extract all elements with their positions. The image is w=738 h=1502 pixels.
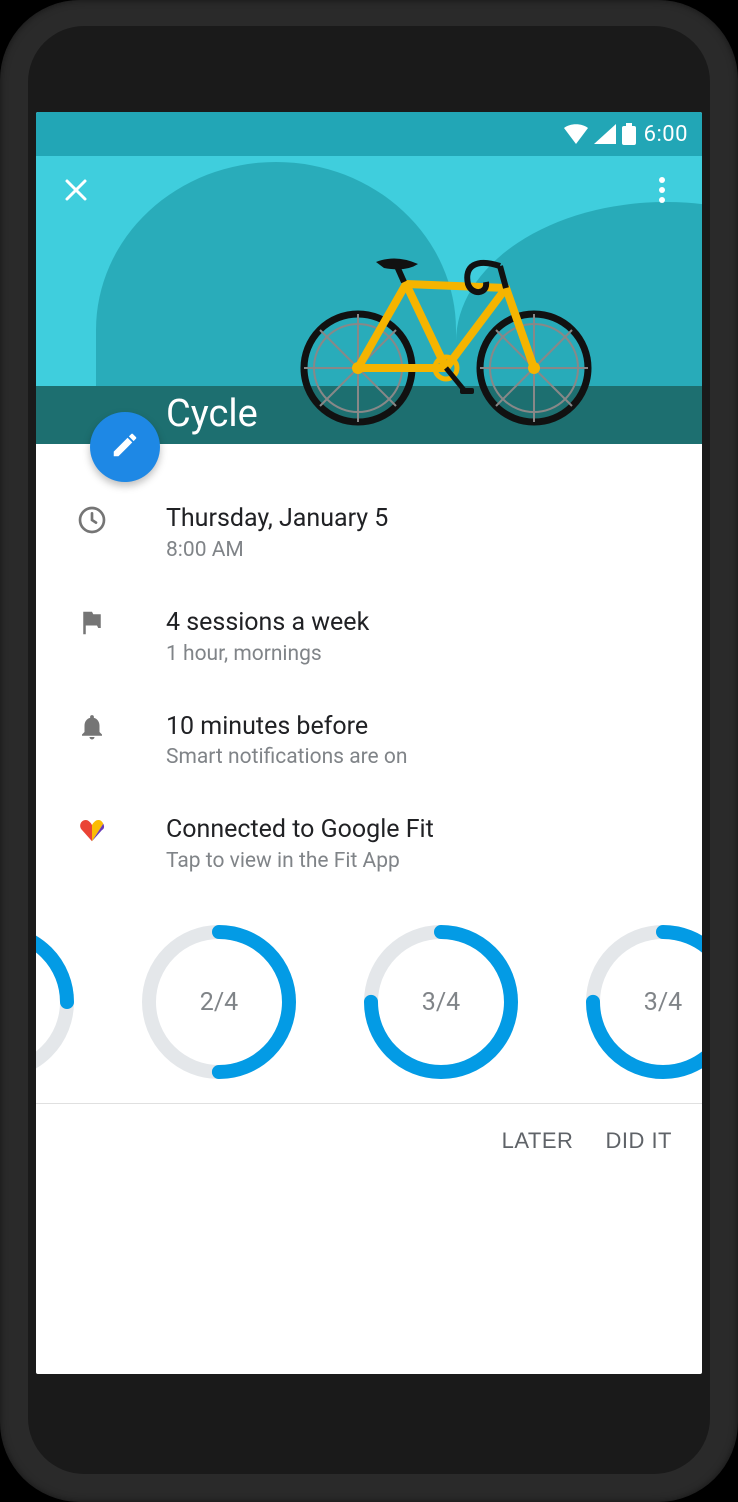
fit-secondary: Tap to view in the Fit App: [166, 849, 674, 873]
battery-icon: [622, 123, 636, 145]
progress-ring-label: 2/4: [138, 921, 300, 1083]
close-icon: [63, 177, 89, 207]
progress-ring[interactable]: 3/4: [582, 921, 702, 1083]
action-bar: LATER DID IT: [36, 1103, 702, 1178]
status-icons: [564, 123, 636, 145]
pencil-icon: [110, 430, 140, 464]
status-time: 6:00: [644, 122, 688, 147]
notify-primary: 10 minutes before: [166, 710, 674, 744]
progress-ring-strip[interactable]: 1/4 2/4 3/4 3/4: [36, 895, 702, 1103]
bicycle-icon: [296, 238, 596, 428]
progress-ring-label: 3/4: [360, 921, 522, 1083]
did-it-button[interactable]: DID IT: [605, 1128, 672, 1154]
time-secondary: 8:00 AM: [166, 538, 674, 562]
row-goal[interactable]: 4 sessions a week 1 hour, mornings: [36, 584, 702, 688]
screen: 6:00: [36, 112, 702, 1374]
goal-primary: 4 sessions a week: [166, 606, 674, 640]
detail-list: Thursday, January 5 8:00 AM 4 sessions a…: [36, 444, 702, 1103]
clock-icon: [64, 502, 120, 536]
progress-ring-label: 3/4: [582, 921, 702, 1083]
app-bar: [36, 156, 702, 228]
goal-title: Cycle: [166, 392, 258, 436]
row-google-fit[interactable]: Connected to Google Fit Tap to view in t…: [36, 791, 702, 895]
hero-banner: Cycle: [36, 156, 702, 444]
fit-primary: Connected to Google Fit: [166, 813, 674, 847]
flag-icon: [64, 606, 120, 638]
phone-frame: 6:00: [0, 0, 738, 1502]
close-button[interactable]: [54, 170, 98, 214]
progress-ring-label: 1/4: [36, 921, 78, 1083]
row-notification[interactable]: 10 minutes before Smart notifications ar…: [36, 688, 702, 792]
phone-inner: 6:00: [28, 26, 710, 1474]
bell-icon: [64, 710, 120, 742]
overflow-menu-button[interactable]: [640, 170, 684, 214]
more-vert-icon: [658, 176, 666, 208]
notify-secondary: Smart notifications are on: [166, 745, 674, 769]
progress-ring[interactable]: 3/4: [360, 921, 522, 1083]
row-time[interactable]: Thursday, January 5 8:00 AM: [36, 480, 702, 584]
time-primary: Thursday, January 5: [166, 502, 674, 536]
wifi-icon: [564, 124, 588, 144]
status-bar: 6:00: [36, 112, 702, 156]
edit-fab[interactable]: [90, 412, 160, 482]
cellular-icon: [594, 124, 616, 144]
progress-ring[interactable]: 2/4: [138, 921, 300, 1083]
progress-ring[interactable]: 1/4: [36, 921, 78, 1083]
later-button[interactable]: LATER: [502, 1128, 574, 1154]
goal-secondary: 1 hour, mornings: [166, 642, 674, 666]
google-fit-heart-icon: [64, 813, 120, 845]
